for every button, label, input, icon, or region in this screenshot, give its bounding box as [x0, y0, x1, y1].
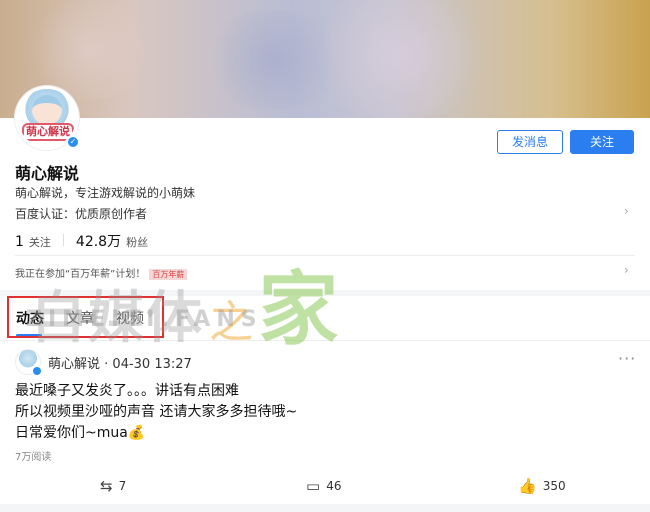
certification-text[interactable]: 百度认证：优质原创作者 — [15, 205, 147, 222]
follow-button[interactable]: 关注 — [570, 130, 634, 154]
stats-divider — [62, 234, 64, 246]
verified-icon: ✓ — [66, 135, 80, 149]
post-actions: ⇆ 7 ▭ 46 👍 350 — [0, 477, 650, 497]
repost-count: 7 — [118, 479, 127, 493]
post-author[interactable]: 萌心解说 — [48, 357, 100, 372]
comment-icon: ▭ — [306, 477, 321, 495]
activity-badge: 百万年薪 — [149, 269, 188, 280]
following-count[interactable]: 1 — [15, 234, 24, 250]
banner-blur — [20, 0, 160, 100]
activity-text: 我正在参加“百万年薪”计划！ — [15, 269, 146, 280]
post-content[interactable]: 最近嗓子又发炎了。。。讲话有点困难 所以视频里沙哑的声音 还请大家多多担待哦~ … — [15, 381, 297, 444]
following-label[interactable]: 关注 — [29, 234, 51, 250]
read-count: 7万阅读 — [15, 452, 52, 463]
repost-icon: ⇆ — [100, 477, 113, 495]
post-meta: 萌心解说 · 04-30 13:27 — [48, 353, 192, 372]
profile-banner — [0, 0, 650, 118]
avatar-face — [32, 95, 62, 125]
comment-count: 46 — [326, 479, 342, 493]
post-line: 日常爱你们~mua💰 — [15, 423, 297, 444]
followers-count[interactable]: 42.8万 — [76, 231, 121, 251]
activity-banner[interactable]: 我正在参加“百万年薪”计划！ 百万年薪 — [15, 265, 188, 280]
comment-button[interactable]: ▭ 46 — [306, 477, 341, 495]
post-line: 所以视频里沙哑的声音 还请大家多多担待哦~ — [15, 404, 298, 420]
annotation-highlight-box — [7, 296, 164, 338]
chevron-right-icon[interactable]: › — [624, 263, 629, 277]
divider — [15, 255, 635, 256]
message-button[interactable]: 发消息 — [497, 130, 563, 154]
profile-stats: 1 关注 42.8万 粉丝 — [15, 231, 148, 251]
post-line-text: 日常爱你们~mua — [15, 425, 128, 441]
banner-blur — [300, 0, 500, 118]
repost-button[interactable]: ⇆ 7 — [100, 477, 126, 495]
verified-icon — [32, 366, 42, 376]
like-count: 350 — [542, 479, 566, 493]
profile-name: 萌心解说 — [15, 164, 80, 183]
post-time: 04-30 13:27 — [112, 357, 192, 372]
profile-bio: 萌心解说，专注游戏解说的小萌妹 — [15, 186, 196, 200]
emoji-icon: 💰 — [127, 425, 146, 441]
chevron-right-icon[interactable]: › — [624, 204, 629, 218]
like-button[interactable]: 👍 350 — [518, 477, 566, 495]
followers-label[interactable]: 粉丝 — [126, 234, 148, 250]
post-card: 萌心解说 · 04-30 13:27 ··· 最近嗓子又发炎了。。。讲话有点困难… — [0, 340, 650, 504]
thumbs-up-icon: 👍 — [518, 477, 537, 495]
post-line: 最近嗓子又发炎了。。。讲话有点困难 — [15, 383, 239, 399]
more-options-icon[interactable]: ··· — [618, 349, 636, 368]
